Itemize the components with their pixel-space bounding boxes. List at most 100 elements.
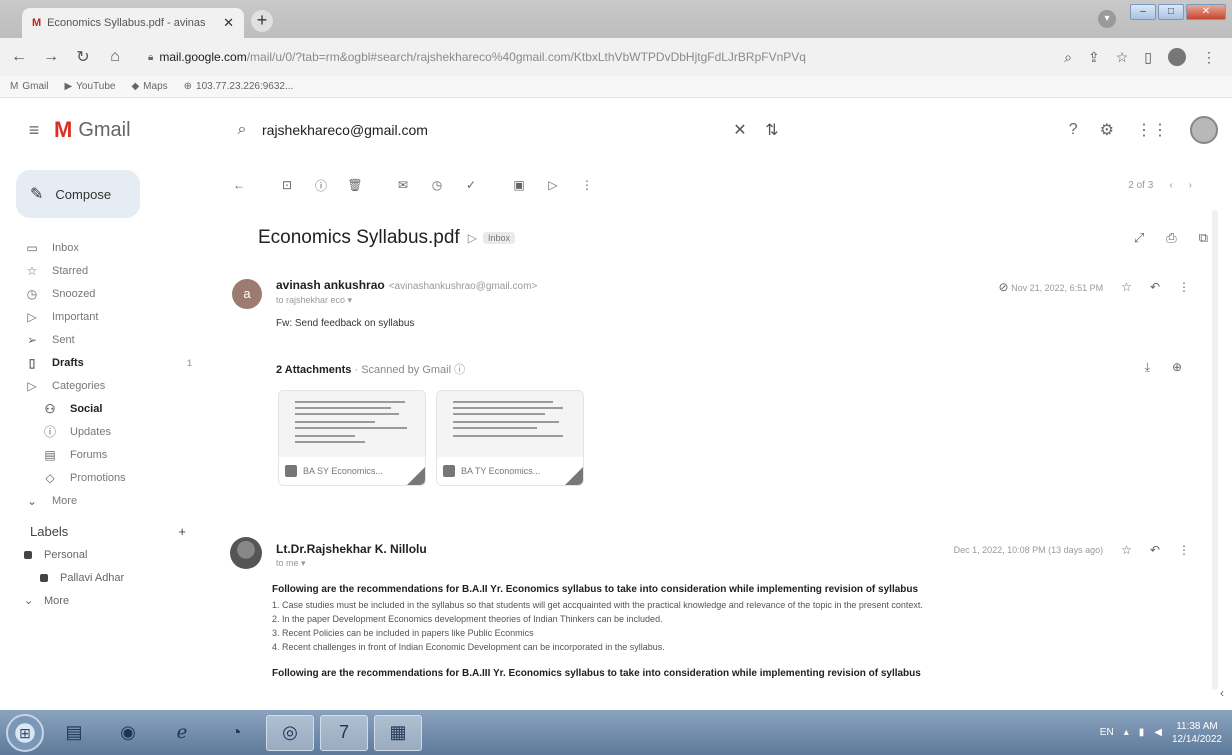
sidebar-item-categories[interactable]: ▷ Categories: [0, 374, 222, 397]
maximize-button[interactable]: □: [1158, 4, 1184, 20]
chevron-right-icon[interactable]: ›: [1189, 180, 1192, 191]
print-icon[interactable]: ⎙: [1166, 230, 1176, 246]
attachment-card[interactable]: BA SY Economics...: [278, 390, 426, 486]
gmail-logo[interactable]: M Gmail: [54, 117, 214, 143]
app-seven-icon[interactable]: 7: [320, 714, 368, 751]
chrome-taskbar-icon[interactable]: ◎: [266, 714, 314, 751]
more-options-icon[interactable]: ⋮: [570, 178, 604, 192]
label-personal[interactable]: Personal: [0, 543, 222, 566]
attachment-card[interactable]: BA TY Economics...: [436, 390, 584, 486]
close-window-button[interactable]: ✕: [1186, 4, 1226, 20]
compose-button[interactable]: ✎ Compose: [16, 170, 140, 218]
edge-icon[interactable]: ◔: [212, 715, 260, 751]
bookmark-maps[interactable]: ◆ Maps: [131, 81, 167, 92]
label-pallavi-adhar[interactable]: Pallavi Adhar: [0, 566, 222, 589]
open-new-window-icon[interactable]: ⧉: [1199, 230, 1208, 246]
important-marker-icon[interactable]: ▷: [468, 231, 477, 245]
snooze-icon[interactable]: ◷: [420, 178, 454, 192]
share-icon[interactable]: ⇪: [1088, 49, 1100, 66]
chevron-left-icon[interactable]: ‹: [1169, 180, 1172, 191]
add-task-icon[interactable]: ✓: [454, 178, 488, 192]
search-input[interactable]: rajshekhareco@gmail.com: [262, 122, 724, 138]
apps-grid-icon[interactable]: ⋮⋮: [1136, 120, 1168, 140]
archive-icon[interactable]: ⊡: [270, 178, 304, 192]
clear-search-icon[interactable]: ✕: [724, 120, 756, 140]
recipient-line[interactable]: to me ▾: [276, 558, 306, 569]
bookmark-ip[interactable]: ⊕ 103.77.23.226:9632...: [184, 81, 294, 92]
info-icon[interactable]: ⓘ: [454, 364, 465, 376]
side-panel-icon[interactable]: ▯: [1144, 49, 1152, 66]
zoom-icon[interactable]: ⌕: [1064, 49, 1072, 66]
side-panel-toggle-icon[interactable]: ‹: [1220, 686, 1224, 700]
inbox-label-chip[interactable]: Inbox: [482, 232, 515, 244]
search-options-icon[interactable]: ⇅: [756, 120, 788, 140]
forward-icon[interactable]: →: [38, 48, 64, 66]
sidebar-item-social[interactable]: ⚇ Social: [0, 397, 222, 420]
tray-arrow-icon[interactable]: ▴: [1124, 727, 1129, 738]
star-icon[interactable]: ☆: [1121, 280, 1132, 294]
add-label-icon[interactable]: +: [178, 524, 186, 539]
more-vertical-icon[interactable]: ⋮: [1178, 280, 1190, 294]
reply-icon[interactable]: ↶: [1150, 280, 1160, 294]
report-spam-icon[interactable]: ⓘ: [304, 177, 338, 194]
volume-icon[interactable]: ◀: [1154, 727, 1162, 738]
star-icon[interactable]: ☆: [1121, 543, 1132, 557]
main-menu-icon[interactable]: ≡: [14, 120, 54, 141]
sidebar-item-sent[interactable]: ➢ Sent: [0, 328, 222, 351]
language-indicator[interactable]: EN: [1100, 727, 1114, 738]
minimize-button[interactable]: –: [1130, 4, 1156, 20]
url-field[interactable]: 🔒︎ mail.google.com /mail/u/0/?tab=rm&ogb…: [138, 44, 1050, 70]
more-vertical-icon[interactable]: ⋮: [1178, 543, 1190, 557]
settings-gear-icon[interactable]: ⚙: [1100, 120, 1114, 140]
sidebar-item-forums[interactable]: ▤ Forums: [0, 443, 222, 466]
clock[interactable]: 11:38 AM 12/14/2022: [1172, 720, 1222, 746]
bookmark-star-icon[interactable]: ☆: [1116, 49, 1129, 66]
delete-icon[interactable]: 🗑︎: [338, 178, 372, 192]
scrollbar[interactable]: [1212, 210, 1218, 690]
sidebar-item-drafts[interactable]: ▯ Drafts 1: [0, 351, 222, 374]
reload-icon[interactable]: ↻: [70, 47, 96, 67]
label-icon[interactable]: ▷: [536, 178, 570, 192]
new-tab-button[interactable]: +: [251, 10, 273, 32]
download-all-icon[interactable]: ⤓: [1145, 360, 1150, 375]
sender-avatar[interactable]: a: [232, 279, 262, 309]
search-icon[interactable]: ⌕: [222, 121, 262, 139]
move-to-icon[interactable]: ▣: [502, 178, 536, 192]
reply-icon[interactable]: ↶: [1150, 543, 1160, 557]
start-button[interactable]: ⊞: [6, 713, 44, 752]
sidebar-item-updates[interactable]: ⓘ Updates: [0, 420, 222, 443]
back-to-list-icon[interactable]: ←: [222, 178, 256, 192]
explorer-icon[interactable]: ▤: [50, 715, 98, 751]
labels-more[interactable]: ⌄ More: [0, 589, 222, 612]
recipient-line[interactable]: to rajshekhar eco ▾: [276, 295, 352, 306]
document-app-icon[interactable]: ▦: [374, 714, 422, 751]
account-avatar[interactable]: [1190, 116, 1218, 144]
collapse-all-icon[interactable]: ⤢: [1134, 230, 1144, 246]
media-player-icon[interactable]: ◉: [104, 715, 152, 751]
bookmark-gmail[interactable]: M Gmail: [10, 81, 48, 92]
browser-ie-icon[interactable]: ℯ: [158, 715, 206, 751]
attachment-thumbnail: [437, 391, 583, 459]
browser-tab[interactable]: M Economics Syllabus.pdf - avinas ✕: [22, 8, 244, 38]
sidebar-item-snoozed[interactable]: ◷ Snoozed: [0, 282, 222, 305]
mark-unread-icon[interactable]: ✉: [386, 178, 420, 192]
search-bar[interactable]: ⌕ rajshekhareco@gmail.com ✕ ⇅: [222, 107, 788, 153]
help-icon[interactable]: ?: [1069, 121, 1078, 139]
bookmark-youtube[interactable]: ▶ YouTube: [64, 81, 115, 92]
home-icon[interactable]: ⌂: [102, 48, 128, 66]
sidebar-item-promotions[interactable]: ◇ Promotions: [0, 466, 222, 489]
sidebar-item-inbox[interactable]: ▭ Inbox: [0, 236, 222, 259]
profile-avatar[interactable]: [1168, 48, 1186, 66]
sidebar-item-more[interactable]: ⌄ More: [0, 489, 222, 512]
back-icon[interactable]: ←: [6, 48, 32, 66]
sidebar-item-starred[interactable]: ☆ Starred: [0, 259, 222, 282]
add-to-drive-icon[interactable]: ⊕: [1172, 360, 1182, 375]
sender-photo-avatar[interactable]: [230, 537, 262, 569]
close-tab-icon[interactable]: ✕: [223, 15, 234, 31]
tab-search-icon[interactable]: ▾: [1098, 10, 1116, 28]
network-icon[interactable]: ▮: [1139, 727, 1145, 738]
lock-icon[interactable]: 🔒︎: [148, 52, 153, 63]
browser-title-bar: M Economics Syllabus.pdf - avinas ✕ + ▾ …: [0, 0, 1232, 38]
browser-menu-icon[interactable]: ⋮: [1202, 49, 1216, 66]
sidebar-item-important[interactable]: ▷ Important: [0, 305, 222, 328]
